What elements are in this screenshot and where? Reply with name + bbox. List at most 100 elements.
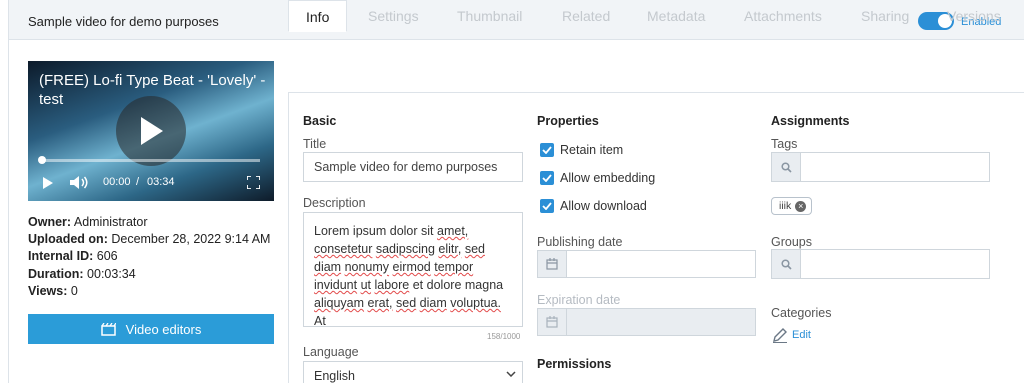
groups-label: Groups bbox=[771, 235, 812, 249]
chevron-down-icon bbox=[506, 371, 516, 377]
checkbox-checked-icon bbox=[540, 199, 554, 213]
description-word: tempor bbox=[434, 260, 474, 274]
internal-id-value: 606 bbox=[96, 249, 118, 264]
description-word: amet, bbox=[437, 224, 469, 238]
allow-embedding-checkbox[interactable]: Allow embedding bbox=[540, 171, 655, 185]
description-word: consetetur bbox=[314, 242, 373, 256]
calendar-icon-box bbox=[538, 309, 567, 335]
description-word: invidunt bbox=[314, 278, 358, 292]
uploaded-value: December 28, 2022 9:14 AM bbox=[111, 232, 271, 247]
description-line: aliquyam erat, sed diam voluptua. bbox=[314, 294, 512, 312]
edit-categories-link[interactable]: Edit bbox=[772, 327, 811, 343]
description-word: labore bbox=[374, 278, 410, 292]
description-counter: 158/1000 bbox=[487, 332, 521, 341]
description-word: dolore bbox=[426, 278, 462, 292]
tags-search-input[interactable] bbox=[771, 152, 990, 182]
assignments-section-title: Assignments bbox=[771, 114, 850, 128]
tag-chip: iiik × bbox=[771, 197, 813, 215]
check-icon bbox=[542, 146, 552, 154]
search-icon bbox=[780, 161, 792, 173]
expiration-date-label: Expiration date bbox=[537, 293, 621, 307]
language-label: Language bbox=[303, 345, 359, 359]
description-word: At bbox=[314, 314, 326, 328]
search-icon bbox=[780, 258, 792, 270]
tab-thumbnail[interactable]: Thumbnail bbox=[457, 0, 522, 32]
search-icon-box bbox=[772, 153, 801, 181]
title-input[interactable]: Sample video for demo purposes bbox=[303, 152, 523, 182]
tags-label: Tags bbox=[771, 137, 798, 151]
internal-id-label: Internal ID: bbox=[28, 249, 94, 264]
page-title: Sample video for demo purposes bbox=[28, 14, 219, 29]
duration-label: Duration: bbox=[28, 266, 84, 281]
video-editors-label: Video editors bbox=[125, 321, 202, 337]
description-word: ut bbox=[360, 278, 372, 292]
check-icon bbox=[542, 174, 552, 182]
retain-item-checkbox[interactable]: Retain item bbox=[540, 143, 623, 157]
description-line: Lorem ipsum dolor sit amet, bbox=[314, 222, 512, 240]
title-label: Title bbox=[303, 137, 327, 151]
description-word: sed bbox=[464, 242, 485, 256]
video-player[interactable]: (FREE) Lo-fi Type Beat - 'Lovely' - test… bbox=[28, 61, 274, 201]
publishing-date-input[interactable] bbox=[537, 250, 756, 278]
allow-download-checkbox[interactable]: Allow download bbox=[540, 199, 647, 213]
play-button[interactable] bbox=[116, 96, 186, 166]
allow-download-label: Allow download bbox=[560, 199, 647, 213]
description-word: et bbox=[412, 278, 424, 292]
description-word: sit bbox=[421, 224, 434, 238]
play-small-icon[interactable] bbox=[43, 177, 53, 189]
play-icon bbox=[141, 117, 163, 145]
description-word: diam bbox=[314, 260, 342, 274]
uploaded-label: Uploaded on: bbox=[28, 232, 108, 247]
tab-info[interactable]: Info bbox=[288, 0, 348, 32]
time-current: 00:00 bbox=[103, 176, 131, 188]
owner-value: Administrator bbox=[73, 215, 148, 229]
tab-attachments[interactable]: Attachments bbox=[744, 0, 822, 32]
fullscreen-icon[interactable] bbox=[247, 176, 260, 189]
duration-value: 00:03:34 bbox=[87, 266, 136, 281]
description-word: eirmod bbox=[392, 260, 431, 274]
calendar-icon bbox=[546, 316, 558, 328]
player-controls: 00:00 / 03:34 bbox=[28, 173, 274, 193]
description-word: erat, bbox=[367, 296, 393, 310]
language-value: English bbox=[314, 369, 355, 383]
description-word: voluptua. bbox=[450, 296, 501, 310]
tab-related[interactable]: Related bbox=[562, 0, 610, 32]
description-word: nonumy bbox=[344, 260, 390, 274]
description-line: At bbox=[314, 312, 512, 330]
tab-settings[interactable]: Settings bbox=[368, 0, 419, 32]
description-word: elitr, bbox=[438, 242, 462, 256]
checkbox-checked-icon bbox=[540, 143, 554, 157]
properties-section-title: Properties bbox=[537, 114, 599, 128]
time-separator: / bbox=[136, 176, 140, 188]
description-word: sed bbox=[396, 296, 417, 310]
groups-search-input[interactable] bbox=[771, 249, 990, 279]
volume-icon[interactable] bbox=[70, 175, 90, 190]
publishing-date-label: Publishing date bbox=[537, 235, 623, 249]
description-textarea[interactable]: Lorem ipsum dolor sit amet, consetetur sa… bbox=[303, 212, 523, 330]
pencil-icon bbox=[773, 328, 787, 343]
progress-handle[interactable] bbox=[38, 156, 46, 164]
description-label: Description bbox=[303, 196, 366, 210]
description-word: sadipscing bbox=[375, 242, 435, 256]
tab-sharing[interactable]: Sharing bbox=[861, 0, 909, 32]
progress-bar[interactable] bbox=[38, 156, 260, 164]
search-icon-box bbox=[772, 250, 801, 278]
language-select[interactable]: English bbox=[303, 361, 523, 383]
tab-versions[interactable]: Versions bbox=[947, 0, 1001, 32]
remove-tag-icon[interactable]: × bbox=[795, 200, 807, 212]
description-word: dolor bbox=[389, 224, 418, 238]
video-meta: Owner: Administrator Uploaded on: Decemb… bbox=[28, 214, 270, 300]
calendar-icon bbox=[546, 258, 558, 270]
owner-label: Owner: bbox=[28, 215, 72, 229]
description-line: diam nonumy eirmod tempor bbox=[314, 258, 512, 276]
tag-chip-label: iiik bbox=[779, 200, 792, 212]
description-word: magna bbox=[464, 278, 504, 292]
checkbox-checked-icon bbox=[540, 171, 554, 185]
retain-item-label: Retain item bbox=[560, 143, 624, 157]
calendar-icon-box[interactable] bbox=[538, 251, 567, 277]
tab-metadata[interactable]: Metadata bbox=[647, 0, 705, 32]
description-word: aliquyam bbox=[314, 296, 365, 310]
video-editors-button[interactable]: Video editors bbox=[28, 314, 274, 344]
time-total: 03:34 bbox=[147, 176, 175, 188]
description-line: consetetur sadipscing elitr, sed bbox=[314, 240, 512, 258]
